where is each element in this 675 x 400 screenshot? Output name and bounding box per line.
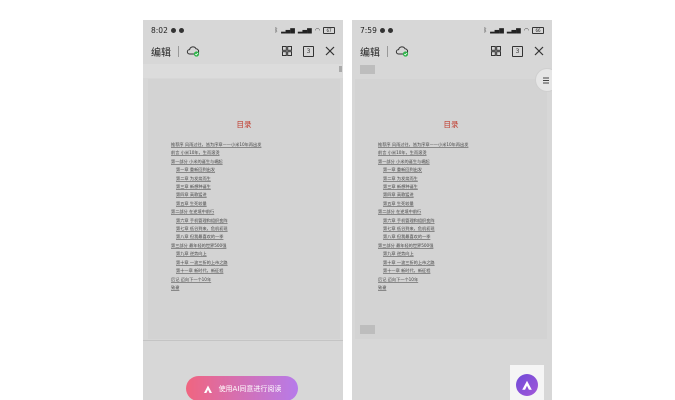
- toc-item[interactable]: 后记 迈向下一个10年: [171, 276, 330, 284]
- toc-item[interactable]: 第三章 新想种诞生: [171, 183, 330, 191]
- ai-assistant-float-button[interactable]: [510, 365, 544, 400]
- status-bar: 8:02 ᛒ ▂▄▆ ▂▄▆ ◠ 67: [143, 20, 343, 40]
- toc-item[interactable]: 致谢: [171, 284, 330, 292]
- toc-item[interactable]: 第二部分 在逆境中前行: [378, 208, 537, 216]
- selection-handle-bottom[interactable]: [360, 325, 375, 334]
- page-count-icon[interactable]: 3: [303, 45, 314, 57]
- toolbar: 编辑 3: [143, 40, 343, 62]
- cloud-sync-icon[interactable]: [186, 45, 200, 57]
- document-page: 目录 推荐序 风雨过往，皆为序章——小米10年再出发 前言 小米10年，生而滚烫…: [355, 79, 547, 339]
- toc-item[interactable]: 第四章 高歌猛进: [171, 191, 330, 199]
- status-bar: 7:59 ᛒ ▂▄▆ ▂▄▆ ◠ 66: [352, 20, 552, 40]
- ai-logo-icon: [522, 380, 532, 390]
- signal-secondary-icon: ▂▄▆: [506, 26, 521, 34]
- wifi-icon: ◠: [523, 26, 529, 34]
- toc-item[interactable]: 第六章 手机管理和组织变阵: [171, 217, 330, 225]
- status-time: 8:02: [151, 25, 168, 35]
- toc-item[interactable]: 第一部分 小米的诞生与崛起: [378, 158, 537, 166]
- toolbar-divider: [387, 45, 388, 57]
- toc-item[interactable]: 第六章 手机管理和组织变阵: [378, 217, 537, 225]
- toc-item[interactable]: 第二章 为发烧而生: [171, 175, 330, 183]
- toc-item[interactable]: 第一章 重新回到出发: [378, 166, 537, 174]
- toc-item[interactable]: 第三章 新想种诞生: [378, 183, 537, 191]
- toc-item[interactable]: 第七章 低谷到来，危机初现: [378, 225, 537, 233]
- toc-item[interactable]: 第二部分 在逆境中前行: [171, 208, 330, 216]
- bluetooth-icon: ᛒ: [274, 26, 279, 34]
- toc-item[interactable]: 第三部分 最年轻的世界500强: [378, 242, 537, 250]
- ai-reading-button-label: 使用AI同意进行阅读: [218, 384, 282, 393]
- toc-item[interactable]: 第十一章 新时代，新征程: [171, 267, 330, 275]
- page-count-icon[interactable]: 3: [512, 45, 523, 57]
- cloud-sync-icon[interactable]: [395, 45, 409, 57]
- page-divider: [143, 340, 343, 341]
- signal-icon: ▂▄▆: [281, 26, 295, 34]
- edit-button[interactable]: 编辑: [151, 44, 171, 59]
- selection-handle-top[interactable]: [360, 65, 375, 74]
- toc-item[interactable]: 第十章 一波三折的上市之路: [171, 259, 330, 267]
- toc-item[interactable]: 推荐序 风雨过往，皆为序章——小米10年再出发: [378, 141, 537, 149]
- toc-item[interactable]: 第十章 一波三折的上市之路: [378, 259, 537, 267]
- document-page: 目录 推荐序 风雨过往，皆为序章——小米10年再出发 前言 小米10年，生而滚烫…: [148, 79, 340, 339]
- toc-item[interactable]: 第九章 逆势向上: [171, 250, 330, 258]
- bluetooth-icon: ᛒ: [483, 26, 488, 34]
- toc-title: 目录: [236, 120, 252, 129]
- close-icon[interactable]: [325, 46, 335, 56]
- toc-item[interactable]: 致谢: [378, 284, 537, 292]
- app-notification-icon: [178, 27, 184, 33]
- toc-item[interactable]: 第十一章 新时代，新征程: [378, 267, 537, 275]
- app-notification-icon: [387, 27, 393, 33]
- toc-title: 目录: [443, 120, 459, 129]
- toc-item[interactable]: 推荐序 风雨过往，皆为序章——小米10年再出发: [171, 141, 330, 149]
- previous-page-strip: [143, 64, 343, 78]
- toc-item[interactable]: 后记 迈向下一个10年: [378, 276, 537, 284]
- toc-list: 推荐序 风雨过往，皆为序章——小米10年再出发 前言 小米10年，生而滚烫 第一…: [171, 141, 330, 292]
- toc-item[interactable]: 第八章 但我最喜欢的一季: [171, 233, 330, 241]
- toc-item[interactable]: 前言 小米10年，生而滚烫: [171, 149, 330, 157]
- status-time: 7:59: [360, 25, 377, 35]
- signal-secondary-icon: ▂▄▆: [297, 26, 312, 34]
- battery-icon: 66: [532, 26, 544, 34]
- notification-icon: [379, 27, 385, 33]
- close-icon[interactable]: [534, 46, 544, 56]
- toc-item[interactable]: 第二章 为发烧而生: [378, 175, 537, 183]
- toc-item[interactable]: 第九章 逆势向上: [378, 250, 537, 258]
- signal-icon: ▂▄▆: [490, 26, 504, 34]
- toc-item[interactable]: 第八章 但我最喜欢的一季: [378, 233, 537, 241]
- scroll-indicator[interactable]: [339, 66, 342, 72]
- side-menu-button[interactable]: [535, 68, 552, 92]
- phone-screen-right: 7:59 ᛒ ▂▄▆ ▂▄▆ ◠ 66 编辑 3 目录 推荐序 风雨过往，皆为序…: [352, 20, 552, 400]
- notification-icon: [170, 27, 176, 33]
- toc-item[interactable]: 第一部分 小米的诞生与崛起: [171, 158, 330, 166]
- battery-icon: 67: [323, 26, 335, 34]
- phone-screen-left: 8:02 ᛒ ▂▄▆ ▂▄▆ ◠ 67 编辑 3 目录 推荐序 风雨过往，皆为序…: [143, 20, 343, 400]
- grid-view-icon[interactable]: [282, 46, 292, 56]
- toc-item[interactable]: 第七章 低谷到来，危机初现: [171, 225, 330, 233]
- menu-icon: [543, 77, 549, 83]
- toolbar-divider: [178, 45, 179, 57]
- grid-view-icon[interactable]: [491, 46, 501, 56]
- wifi-icon: ◠: [314, 26, 320, 34]
- toolbar: 编辑 3: [352, 40, 552, 62]
- toc-list: 推荐序 风雨过往，皆为序章——小米10年再出发 前言 小米10年，生而滚烫 第一…: [378, 141, 537, 292]
- toc-item[interactable]: 第三部分 最年轻的世界500强: [171, 242, 330, 250]
- ai-reading-button[interactable]: 使用AI同意进行阅读: [186, 376, 298, 400]
- toc-item[interactable]: 第一章 重新回到出发: [171, 166, 330, 174]
- edit-button[interactable]: 编辑: [360, 44, 380, 59]
- toc-item[interactable]: 第五章 生死较量: [171, 200, 330, 208]
- toc-item[interactable]: 第五章 生死较量: [378, 200, 537, 208]
- ai-logo-icon: [203, 385, 212, 393]
- toc-item[interactable]: 第四章 高歌猛进: [378, 191, 537, 199]
- toc-item[interactable]: 前言 小米10年，生而滚烫: [378, 149, 537, 157]
